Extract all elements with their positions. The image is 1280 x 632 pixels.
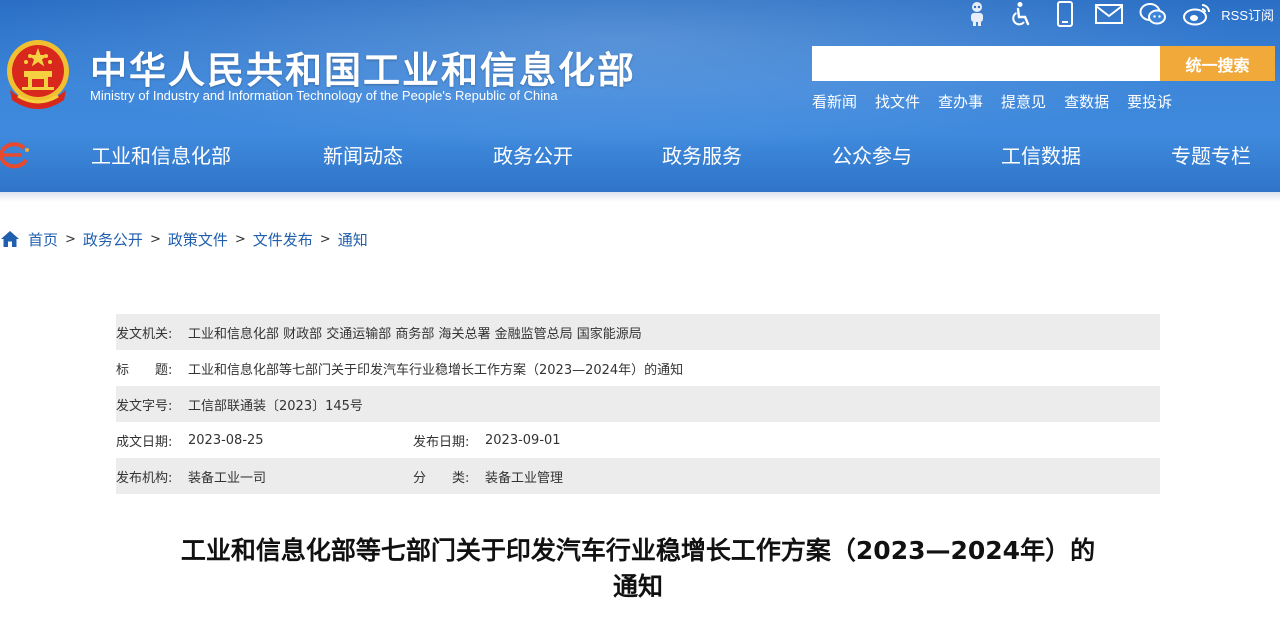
site-header: 中华人民共和国工业和信息化部 Ministry of Industry and …	[0, 0, 1280, 192]
category-value: 装备工业管理	[485, 470, 564, 486]
document-info-table: 发文机关: 工业和信息化部 财政部 交通运输部 商务部 海关总署 金融监管总局 …	[116, 314, 1160, 494]
nav-item-gov-affairs[interactable]: 政务公开	[493, 140, 573, 169]
top-utility-bar: RSS订阅	[955, 0, 1274, 28]
publisher-value: 装备工业一司	[188, 470, 267, 486]
breadcrumb-file-release[interactable]: 文件发布	[253, 229, 313, 250]
gov-service-logo-icon[interactable]	[0, 140, 32, 170]
title-value: 工业和信息化部等七部门关于印发汽车行业稳增长工作方案（2023—2024年）的通…	[188, 362, 684, 378]
weibo-icon[interactable]	[1175, 0, 1219, 28]
mail-icon[interactable]	[1087, 0, 1131, 28]
nav-item-participation[interactable]: 公众参与	[832, 140, 912, 169]
category-label: 分 类:	[413, 470, 470, 486]
quick-link-complaint[interactable]: 要投诉	[1127, 91, 1172, 112]
breadcrumb-separator: >	[319, 231, 331, 247]
quick-link-news[interactable]: 看新闻	[812, 91, 857, 112]
quick-link-feedback[interactable]: 提意见	[1001, 91, 1046, 112]
national-emblem-icon[interactable]	[4, 38, 72, 110]
info-row-title: 标 题: 工业和信息化部等七部门关于印发汽车行业稳增长工作方案（2023—202…	[116, 350, 1160, 386]
site-title[interactable]: 中华人民共和国工业和信息化部	[90, 40, 636, 94]
search-button[interactable]: 统一搜索	[1160, 46, 1275, 81]
doc-no-label: 发文字号:	[116, 398, 173, 414]
breadcrumb: 首页 > 政务公开 > 政策文件 > 文件发布 > 通知	[0, 229, 368, 249]
info-row-publisher: 发布机构: 装备工业一司 分 类: 装备工业管理	[116, 458, 1160, 494]
article-title: 工业和信息化部等七部门关于印发汽车行业稳增长工作方案（2023—2024年）的 …	[116, 533, 1160, 605]
publish-date-cell: 发布日期: 2023-09-01	[413, 422, 561, 458]
nav-item-news[interactable]: 新闻动态	[323, 140, 403, 169]
breadcrumb-notice[interactable]: 通知	[338, 229, 368, 250]
rss-link[interactable]: RSS订阅	[1219, 5, 1274, 24]
breadcrumb-separator: >	[234, 231, 246, 247]
article-title-line-1: 工业和信息化部等七部门关于印发汽车行业稳增长工作方案（2023—2024年）的	[180, 536, 1096, 565]
breadcrumb-gov-affairs[interactable]: 政务公开	[83, 229, 143, 250]
breadcrumb-separator: >	[65, 231, 76, 247]
info-row-doc-no: 发文字号: 工信部联通装〔2023〕145号	[116, 386, 1160, 422]
publish-date-label: 发布日期:	[413, 434, 470, 450]
issuing-org-label: 发文机关:	[116, 326, 173, 342]
header-shadow	[0, 192, 1280, 202]
publish-date-value: 2023-09-01	[485, 432, 561, 448]
nav-item-topics[interactable]: 专题专栏	[1171, 140, 1251, 169]
publisher-label: 发布机构:	[116, 470, 173, 486]
quick-link-data[interactable]: 查数据	[1064, 91, 1109, 112]
site-subtitle: Ministry of Industry and Information Tec…	[90, 88, 558, 103]
title-label: 标 题:	[116, 362, 173, 378]
breadcrumb-home[interactable]: 首页	[28, 229, 58, 250]
robot-icon[interactable]	[955, 0, 999, 28]
breadcrumb-policy-files[interactable]: 政策文件	[168, 229, 228, 250]
nav-item-data[interactable]: 工信数据	[1001, 140, 1081, 169]
info-row-issuing-org: 发文机关: 工业和信息化部 财政部 交通运输部 商务部 海关总署 金融监管总局 …	[116, 314, 1160, 350]
mobile-icon[interactable]	[1043, 0, 1087, 28]
breadcrumb-separator: >	[149, 231, 161, 247]
main-nav: 工业和信息化部 新闻动态 政务公开 政务服务 公众参与 工信数据 专题专栏	[0, 124, 1280, 186]
issuing-org-value: 工业和信息化部 财政部 交通运输部 商务部 海关总署 金融监管总局 国家能源局	[188, 326, 642, 342]
category-cell: 分 类: 装备工业管理	[413, 458, 563, 494]
quick-link-services[interactable]: 查办事	[938, 91, 983, 112]
home-icon[interactable]	[0, 230, 20, 248]
article-title-line-2: 通知	[612, 572, 663, 601]
quick-link-files[interactable]: 找文件	[875, 91, 920, 112]
search-input[interactable]	[812, 46, 1160, 81]
info-row-dates: 成文日期: 2023-08-25 发布日期: 2023-09-01	[116, 422, 1160, 458]
accessibility-icon[interactable]	[999, 0, 1043, 28]
nav-item-gov-services[interactable]: 政务服务	[662, 140, 742, 169]
written-date-value: 2023-08-25	[188, 432, 264, 448]
doc-no-value: 工信部联通装〔2023〕145号	[188, 398, 363, 414]
written-date-label: 成文日期:	[116, 434, 173, 450]
wechat-icon[interactable]	[1131, 0, 1175, 28]
nav-item-ministry[interactable]: 工业和信息化部	[91, 140, 231, 169]
quick-links: 看新闻 找文件 查办事 提意见 查数据 要投诉	[812, 91, 1190, 112]
